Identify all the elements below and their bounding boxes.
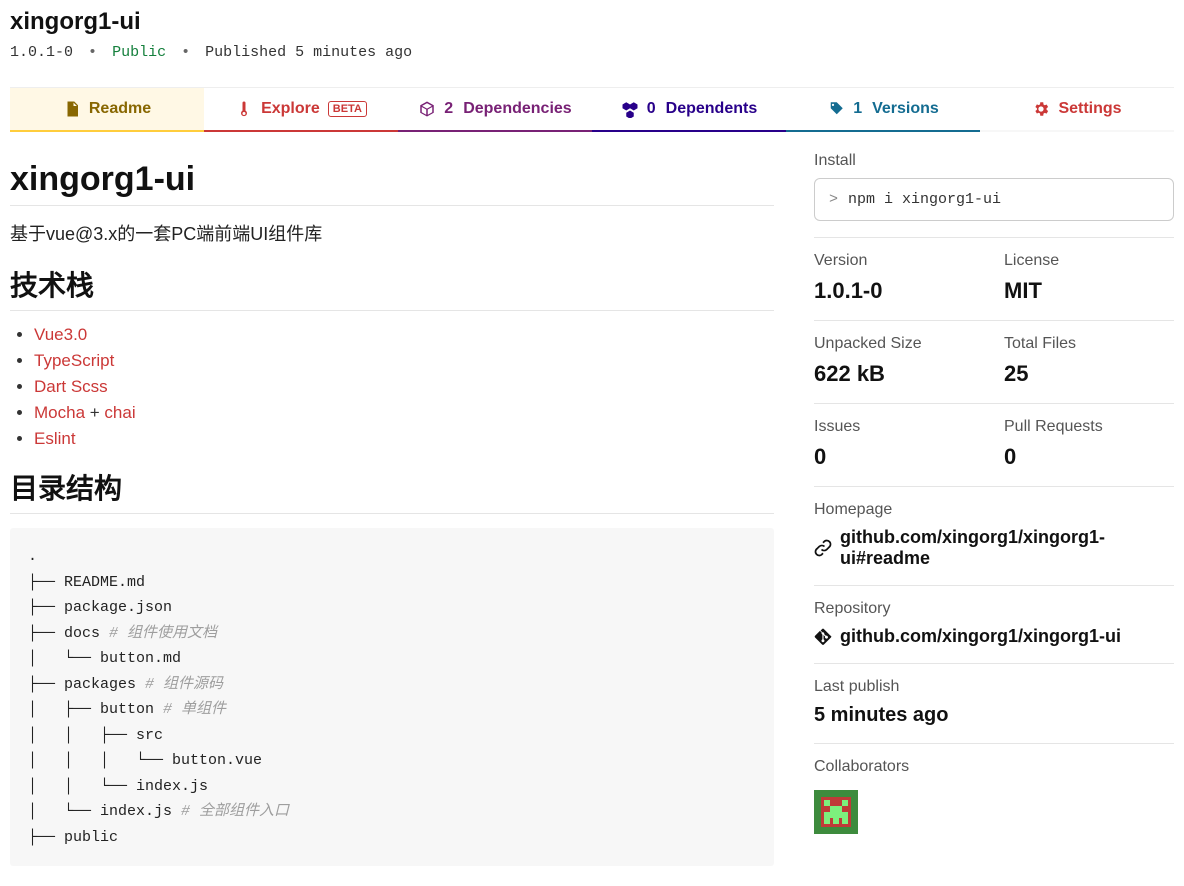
- list-item: TypeScript: [34, 351, 774, 371]
- install-label: Install: [814, 152, 1174, 170]
- thermometer-icon: [235, 100, 253, 118]
- tech-link[interactable]: Vue3.0: [34, 325, 87, 344]
- tech-link[interactable]: Eslint: [34, 429, 76, 448]
- divider: [10, 310, 774, 311]
- list-item: Eslint: [34, 429, 774, 449]
- unpacked-size-label: Unpacked Size: [814, 335, 984, 353]
- sidebar: Install > npm i xingorg1-ui Version 1.0.…: [814, 152, 1174, 866]
- collaborators-label: Collaborators: [814, 758, 1174, 776]
- tab-count: 0: [647, 100, 656, 118]
- last-publish-value: 5 minutes ago: [814, 704, 1174, 727]
- tab-label: Readme: [89, 100, 151, 118]
- package-published: Published 5 minutes ago: [205, 44, 412, 61]
- issues-label: Issues: [814, 418, 984, 436]
- tab-count: 2: [444, 100, 453, 118]
- divider: [10, 513, 774, 514]
- homepage-label: Homepage: [814, 501, 1174, 519]
- list-item: Dart Scss: [34, 377, 774, 397]
- gear-icon: [1032, 100, 1050, 118]
- pull-requests-label: Pull Requests: [1004, 418, 1174, 436]
- divider: [10, 205, 774, 206]
- tab-explore[interactable]: Explore BETA: [204, 88, 398, 132]
- tech-link[interactable]: Mocha: [34, 403, 85, 422]
- version-label: Version: [814, 252, 984, 270]
- unpacked-size-value: 622 kB: [814, 361, 984, 387]
- readme-h1: xingorg1-ui: [10, 160, 774, 199]
- version-value: 1.0.1-0: [814, 278, 984, 304]
- beta-badge: BETA: [328, 101, 367, 117]
- tab-label: Dependents: [666, 100, 758, 118]
- file-icon: [63, 100, 81, 118]
- install-prompt: >: [829, 191, 838, 208]
- tech-stack-heading: 技术栈: [10, 264, 774, 304]
- repository-label: Repository: [814, 600, 1174, 618]
- list-item: Vue3.0: [34, 325, 774, 345]
- tech-link[interactable]: chai: [104, 403, 135, 422]
- tab-label: Explore: [261, 100, 320, 118]
- tabs-row: Readme Explore BETA 2 Dependencies 0 Dep…: [10, 87, 1174, 132]
- tab-dependencies[interactable]: 2 Dependencies: [398, 88, 592, 132]
- directory-tree: . ├── README.md ├── package.json ├── doc…: [10, 528, 774, 866]
- collaborator-avatar[interactable]: [814, 790, 858, 834]
- git-icon: [814, 628, 832, 646]
- tab-versions[interactable]: 1 Versions: [786, 88, 980, 132]
- meta-separator: •: [181, 44, 190, 61]
- pull-requests-value[interactable]: 0: [1004, 444, 1174, 470]
- repository-link[interactable]: github.com/xingorg1/xingorg1-ui: [814, 626, 1174, 647]
- last-publish-label: Last publish: [814, 678, 1174, 696]
- total-files-value: 25: [1004, 361, 1174, 387]
- tags-icon: [827, 100, 845, 118]
- plus-text: +: [85, 403, 104, 422]
- repository-text: github.com/xingorg1/xingorg1-ui: [840, 626, 1121, 647]
- total-files-label: Total Files: [1004, 335, 1174, 353]
- tech-stack-list: Vue3.0 TypeScript Dart Scss Mocha + chai…: [10, 325, 774, 449]
- tab-label: Dependencies: [463, 100, 571, 118]
- cubes-icon: [621, 100, 639, 118]
- tab-count: 1: [853, 100, 862, 118]
- tech-link[interactable]: Dart Scss: [34, 377, 108, 396]
- install-command: npm i xingorg1-ui: [848, 191, 1001, 208]
- homepage-text: github.com/xingorg1/xingorg1-ui#readme: [840, 527, 1174, 569]
- license-label: License: [1004, 252, 1174, 270]
- tech-link[interactable]: TypeScript: [34, 351, 114, 370]
- readme-content: xingorg1-ui 基于vue@3.x的一套PC端前端UI组件库 技术栈 V…: [10, 152, 774, 866]
- package-title: xingorg1-ui: [10, 8, 1174, 36]
- cube-icon: [418, 100, 436, 118]
- tab-settings[interactable]: Settings: [980, 88, 1174, 132]
- package-meta: 1.0.1-0 • Public • Published 5 minutes a…: [10, 44, 1174, 61]
- package-visibility: Public: [112, 44, 166, 61]
- issues-value[interactable]: 0: [814, 444, 984, 470]
- homepage-link[interactable]: github.com/xingorg1/xingorg1-ui#readme: [814, 527, 1174, 569]
- list-item: Mocha + chai: [34, 403, 774, 423]
- tab-label: Settings: [1058, 100, 1121, 118]
- dir-structure-heading: 目录结构: [10, 467, 774, 507]
- tab-dependents[interactable]: 0 Dependents: [592, 88, 786, 132]
- meta-separator: •: [88, 44, 97, 61]
- license-value: MIT: [1004, 278, 1174, 304]
- install-command-box[interactable]: > npm i xingorg1-ui: [814, 178, 1174, 221]
- link-icon: [814, 539, 832, 557]
- tab-readme[interactable]: Readme: [10, 88, 204, 132]
- readme-description: 基于vue@3.x的一套PC端前端UI组件库: [10, 220, 774, 246]
- tab-label: Versions: [872, 100, 939, 118]
- package-version: 1.0.1-0: [10, 44, 73, 61]
